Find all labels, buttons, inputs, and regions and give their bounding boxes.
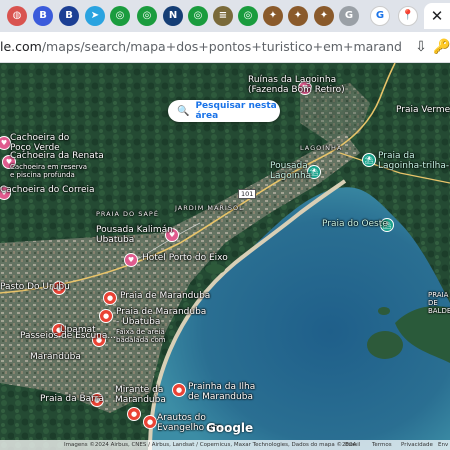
place-label[interactable]: Mirante da Maranduba bbox=[115, 385, 166, 405]
footer-link-brasil[interactable]: Brasil bbox=[345, 440, 360, 450]
attraction-pin-icon[interactable]: ● bbox=[103, 291, 117, 305]
place-label[interactable]: Pasto Do Urubu bbox=[0, 282, 70, 292]
url-path: /maps/search/mapa+dos+pontos+turistico+e… bbox=[41, 39, 402, 54]
place-label: PRAIA DE BALDE bbox=[428, 291, 450, 315]
place-label[interactable]: Praia de Maranduba bbox=[120, 291, 210, 301]
place-label[interactable]: Passeios de Escuna... bbox=[20, 331, 116, 341]
browser-tab-maps-icon[interactable]: 📍 bbox=[398, 6, 418, 26]
browser-tab-seal-icon[interactable]: ✦ bbox=[314, 6, 334, 26]
area-label: LAGOINHA bbox=[300, 144, 343, 152]
attraction-pin-icon[interactable]: ● bbox=[99, 309, 113, 323]
place-label: Praia Vermelha bbox=[396, 105, 450, 115]
search-this-area-label: Pesquisar nesta área bbox=[195, 101, 277, 121]
browser-tab-seal-icon[interactable]: ✦ bbox=[288, 6, 308, 26]
highway-shield: 101 bbox=[238, 189, 257, 199]
browser-tab-chrome-store-icon[interactable]: ◎ bbox=[110, 6, 130, 26]
map-attribution: Imagens ©2024 Airbus, CNES / Airbus, Lan… bbox=[0, 440, 450, 450]
google-logo: Google bbox=[206, 421, 254, 435]
area-label: PRAIA DO SAPÉ bbox=[96, 210, 159, 218]
place-label[interactable]: Ruínas da Lagoinha (Fazenda Bom Retiro) bbox=[248, 75, 345, 95]
browser-tab-google-icon[interactable]: G bbox=[370, 6, 390, 26]
url-text[interactable]: le.com/maps/search/mapa+dos+pontos+turis… bbox=[0, 39, 402, 54]
footer-link-terms[interactable]: Termos bbox=[372, 440, 392, 450]
map-canvas[interactable]: 🔍 Pesquisar nesta área 101 PRAIA DO SAPÉ… bbox=[0, 63, 450, 450]
place-label[interactable]: Prainha da Ilha de Maranduba bbox=[188, 382, 255, 402]
key-icon[interactable]: 🔑 bbox=[433, 38, 450, 56]
place-pin-icon[interactable]: ♥ bbox=[124, 253, 138, 267]
browser-tab-b-icon[interactable]: B bbox=[59, 6, 79, 26]
address-bar[interactable]: le.com/maps/search/mapa+dos+pontos+turis… bbox=[0, 32, 450, 63]
browser-tab-google-icon[interactable]: G bbox=[339, 6, 359, 26]
place-label[interactable]: Praia do Oeste bbox=[322, 219, 388, 229]
beach-pin-icon[interactable]: ⛱ bbox=[362, 153, 376, 167]
place-label: Faixa de areia badalada com bbox=[116, 328, 166, 344]
place-label[interactable]: Pousada Lagoinha bbox=[270, 161, 311, 181]
browser-tab-chrome-store-icon[interactable]: ◎ bbox=[137, 6, 157, 26]
attraction-pin-icon[interactable]: ● bbox=[127, 407, 141, 421]
footer-link-env[interactable]: Env bbox=[438, 440, 448, 450]
browser-tab-chrome-store-icon[interactable]: ◎ bbox=[238, 6, 258, 26]
attraction-pin-icon[interactable]: ● bbox=[172, 383, 186, 397]
browser-tab-telegram-icon[interactable]: ➤ bbox=[85, 6, 105, 26]
active-tab-close-button[interactable]: ✕ bbox=[424, 3, 450, 29]
browser-tab-chrome-store-icon[interactable]: ◎ bbox=[188, 6, 208, 26]
browser-tab-cnn-icon[interactable]: N bbox=[163, 6, 183, 26]
browser-tab-strip: ◍ B B ➤ ◎ ◎ N ◎ ≡ ◎ ✦ ✦ ✦ G G 📍 bbox=[0, 0, 450, 32]
search-this-area-button[interactable]: 🔍 Pesquisar nesta área bbox=[168, 100, 280, 122]
place-label: Maranduba bbox=[30, 352, 81, 362]
place-label[interactable]: Praia de Maranduba - Ubatuba bbox=[116, 307, 206, 327]
browser-tab-globe-icon[interactable]: ◍ bbox=[7, 6, 27, 26]
area-label: JARDIM MARISOL bbox=[175, 204, 244, 212]
place-label[interactable]: Praia da Barra bbox=[40, 394, 104, 404]
url-domain: le.com bbox=[0, 39, 42, 54]
footer-link-privacy[interactable]: Privacidade bbox=[401, 440, 433, 450]
place-label[interactable]: Praia da Lagoinha-trilha-ponto bbox=[378, 151, 450, 171]
browser-tab-seal-icon[interactable]: ✦ bbox=[263, 6, 283, 26]
place-label[interactable]: Cachoeira da Renata bbox=[10, 151, 104, 161]
attraction-pin-icon[interactable]: ● bbox=[143, 415, 157, 429]
close-icon: ✕ bbox=[430, 7, 444, 25]
place-label: Cachoeira em reserva e piscina profunda bbox=[10, 163, 88, 179]
download-icon[interactable]: ⇩ bbox=[412, 38, 430, 56]
place-label[interactable]: Pousada Kalimán Ubatuba bbox=[96, 225, 173, 245]
place-label[interactable]: Hotel Porto do Eixo bbox=[142, 253, 228, 263]
browser-tab-b-icon[interactable]: B bbox=[33, 6, 53, 26]
place-label[interactable]: Cachoeira do Correia bbox=[0, 185, 95, 195]
search-icon: 🔍 bbox=[177, 105, 190, 117]
place-label[interactable]: Cachoeira do Poço Verde bbox=[10, 133, 69, 153]
browser-tab-news-icon[interactable]: ≡ bbox=[213, 6, 233, 26]
attribution-text: Imagens ©2024 Airbus, CNES / Airbus, Lan… bbox=[64, 442, 356, 448]
